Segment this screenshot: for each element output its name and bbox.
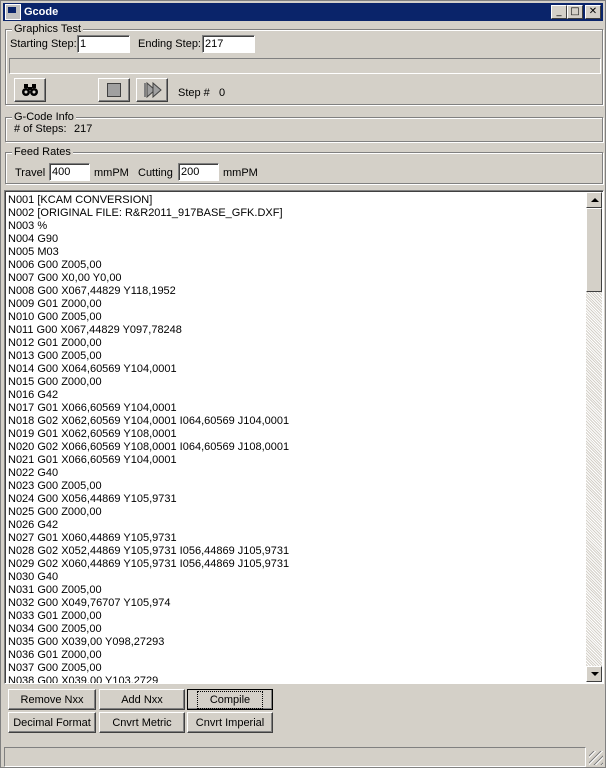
step-number-value: 0 [219,87,226,99]
gcode-line[interactable]: N021 G01 X066,60569 Y104,0001 [8,454,586,467]
gcode-line[interactable]: N029 G02 X060,44869 Y105,9731 I056,44869… [8,558,586,571]
gcode-line[interactable]: N012 G01 Z000,00 [8,337,586,350]
vertical-scrollbar[interactable] [586,192,602,682]
gcode-line[interactable]: N023 G00 Z005,00 [8,480,586,493]
gcode-line[interactable]: N010 G00 Z005,00 [8,311,586,324]
gcode-line[interactable]: N016 G42 [8,389,586,402]
gcode-line[interactable]: N001 [KCAM CONVERSION] [8,194,586,207]
cnvrt-metric-button[interactable]: Cnvrt Metric [99,712,185,733]
gcode-info-group: G-Code Info [5,111,603,142]
gcode-line[interactable]: N014 G00 X064,60569 Y104,0001 [8,363,586,376]
gcode-line[interactable]: N022 G40 [8,467,586,480]
graphics-test-label: Graphics Test [12,23,84,35]
stop-button[interactable] [98,78,130,102]
decimal-format-button[interactable]: Decimal Format [8,712,96,733]
gcode-line[interactable]: N033 G01 Z000,00 [8,610,586,623]
gcode-line[interactable]: N038 G00 X039,00 Y103,2729 [8,675,586,683]
title-bar[interactable]: Gcode _ □ ✕ [3,3,603,21]
scroll-down-button[interactable] [586,666,602,682]
play-step-button[interactable] [136,78,168,102]
gcode-line[interactable]: N027 G01 X060,44869 Y105,9731 [8,532,586,545]
gcode-line[interactable]: N013 G00 Z005,00 [8,350,586,363]
gcode-line[interactable]: N028 G02 X052,44869 Y105,9731 I056,44869… [8,545,586,558]
gcode-line[interactable]: N020 G02 X066,60569 Y108,0001 I064,60569… [8,441,586,454]
gcode-line[interactable]: N031 G00 Z005,00 [8,584,586,597]
gcode-line[interactable]: N017 G01 X066,60569 Y104,0001 [8,402,586,415]
stop-icon [107,83,121,97]
compile-button[interactable]: Compile [187,689,273,710]
gcode-line[interactable]: N037 G00 Z005,00 [8,662,586,675]
steps-count-label: # of Steps: [14,123,67,135]
scroll-up-button[interactable] [586,192,602,208]
status-bar [4,747,586,767]
remove-nxx-button[interactable]: Remove Nxx [8,689,96,710]
gcode-line[interactable]: N004 G90 [8,233,586,246]
cutting-unit: mmPM [223,167,258,179]
starting-step-input[interactable] [77,35,130,53]
gcode-line[interactable]: N019 G01 X062,60569 Y108,0001 [8,428,586,441]
gcode-line[interactable]: N024 G00 X056,44869 Y105,9731 [8,493,586,506]
starting-step-label: Starting Step: [10,38,77,50]
play-step-icon [144,82,162,98]
compile-label: Compile [196,690,264,709]
progress-bar [9,58,601,74]
window-title: Gcode [24,6,59,18]
resize-grip[interactable] [589,751,603,765]
gcode-line[interactable]: N003 % [8,220,586,233]
gcode-line[interactable]: N025 G00 Z000,00 [8,506,586,519]
close-button[interactable]: ✕ [585,5,601,19]
gcode-line[interactable]: N002 [ORIGINAL FILE: R&R2011_917BASE_GFK… [8,207,586,220]
steps-count-value: 217 [74,123,93,135]
find-button[interactable] [14,78,46,102]
cutting-input[interactable] [178,163,219,181]
gcode-line[interactable]: N036 G01 Z000,00 [8,649,586,662]
travel-label: Travel [15,167,46,179]
ending-step-label: Ending Step: [138,38,201,50]
minimize-button[interactable]: _ [551,5,567,19]
step-number-label: Step # [178,87,210,99]
gcode-line[interactable]: N035 G00 X039,00 Y098,27293 [8,636,586,649]
travel-unit: mmPM [94,167,129,179]
maximize-button[interactable]: □ [567,5,583,19]
gcode-line[interactable]: N015 G00 Z000,00 [8,376,586,389]
binoculars-icon [22,84,38,96]
gcode-listbox[interactable]: N001 [KCAM CONVERSION] N002 [ORIGINAL FIL… [4,190,604,684]
gcode-line[interactable]: N006 G00 Z005,00 [8,259,586,272]
app-icon[interactable] [5,4,21,20]
gcode-line[interactable]: N009 G01 Z000,00 [8,298,586,311]
ending-step-input[interactable] [202,35,255,53]
gcode-line[interactable]: N008 G00 X067,44829 Y118,1952 [8,285,586,298]
cutting-label: Cutting [138,167,173,179]
gcode-line[interactable]: N018 G02 X062,60569 Y104,0001 I064,60569… [8,415,586,428]
gcode-lines: N001 [KCAM CONVERSION] N002 [ORIGINAL FIL… [8,194,586,683]
add-nxx-button[interactable]: Add Nxx [99,689,185,710]
arrow-up-icon [591,198,599,202]
gcode-line[interactable]: N034 G00 Z005,00 [8,623,586,636]
travel-input[interactable] [49,163,90,181]
gcode-line[interactable]: N026 G42 [8,519,586,532]
cnvrt-imperial-button[interactable]: Cnvrt Imperial [187,712,273,733]
gcode-line[interactable]: N011 G00 X067,44829 Y097,78248 [8,324,586,337]
gcode-window: Gcode _ □ ✕ Graphics Test Starting Step:… [0,0,606,768]
window-controls: _ □ ✕ [551,5,601,19]
gcode-line[interactable]: N007 G00 X0,00 Y0,00 [8,272,586,285]
gcode-line[interactable]: N030 G40 [8,571,586,584]
gcode-line[interactable]: N005 M03 [8,246,586,259]
gcode-line[interactable]: N032 G00 X049,76707 Y105,974 [8,597,586,610]
arrow-down-icon [591,672,599,676]
scroll-thumb[interactable] [586,208,602,292]
feed-rates-label: Feed Rates [12,146,73,158]
